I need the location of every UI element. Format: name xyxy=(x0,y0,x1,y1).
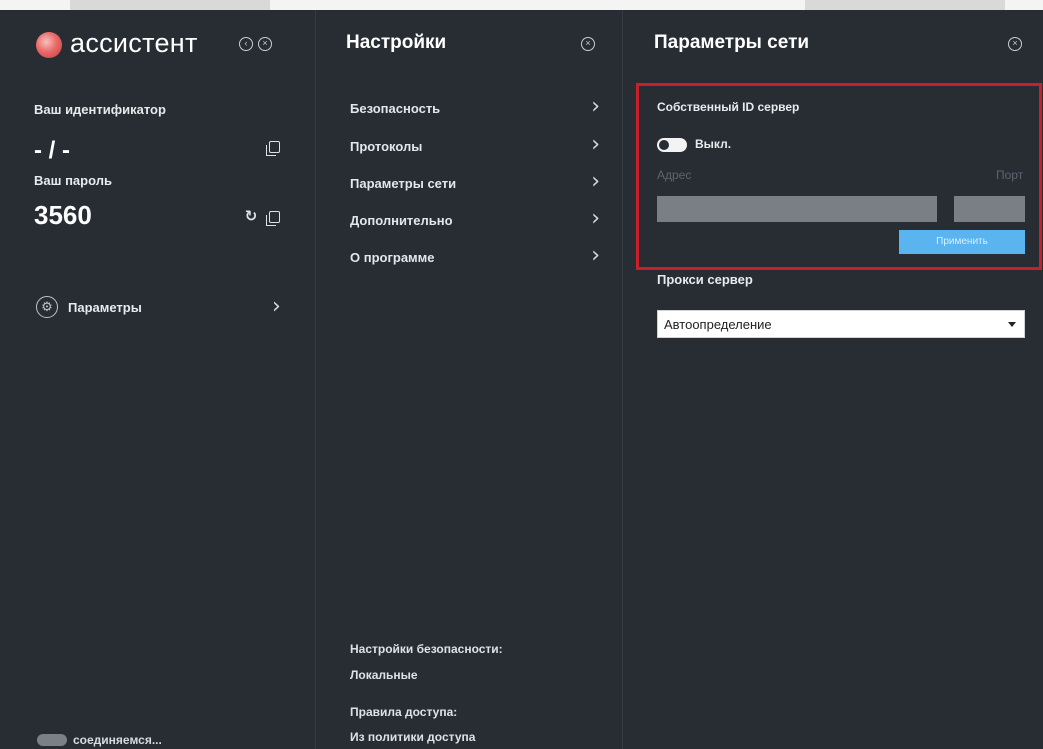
id-value: - / - xyxy=(34,137,70,164)
menu-item-about[interactable]: О программе › xyxy=(350,243,600,268)
access-rules-value: Из политики доступа xyxy=(350,730,476,744)
own-id-server-label: Собственный ID сервер xyxy=(657,100,800,114)
menu-item-advanced[interactable]: Дополнительно › xyxy=(350,206,600,231)
network-title: Параметры сети xyxy=(654,32,810,53)
app-logo xyxy=(36,32,62,58)
security-settings-label: Настройки безопасности: xyxy=(350,642,503,656)
password-value: 3560 xyxy=(34,200,92,230)
chevron-right-icon: › xyxy=(591,94,600,119)
connection-status-indicator xyxy=(37,734,67,746)
address-label: Адрес xyxy=(657,168,692,182)
app-name: ассистент xyxy=(70,28,198,58)
security-settings-value: Локальные xyxy=(350,668,418,682)
proxy-server-label: Прокси сервер xyxy=(657,272,753,287)
menu-item-label: Параметры сети xyxy=(350,176,457,191)
toggle-state-label: Выкл. xyxy=(695,137,732,151)
port-input[interactable] xyxy=(954,196,1025,222)
proxy-select[interactable]: Автоопределение xyxy=(657,310,1025,338)
menu-item-label: Дополнительно xyxy=(350,213,453,228)
menu-item-label: Протоколы xyxy=(350,139,423,154)
minimize-icon[interactable]: ‹ xyxy=(239,37,253,51)
proxy-select-value: Автоопределение xyxy=(664,317,772,332)
menu-item-security[interactable]: Безопасность › xyxy=(350,94,600,119)
menu-item-label: Безопасность xyxy=(350,101,441,116)
gear-icon: ⚙ xyxy=(36,296,58,318)
password-label: Ваш пароль xyxy=(34,173,112,188)
chevron-right-icon: › xyxy=(591,169,600,194)
port-label: Порт xyxy=(996,168,1024,182)
main-panel: ассистент ‹ × Ваш идентификатор - / - Ва… xyxy=(0,10,316,749)
menu-item-network[interactable]: Параметры сети › xyxy=(350,169,600,194)
menu-item-protocols[interactable]: Протоколы › xyxy=(350,132,600,157)
menu-item-label: О программе xyxy=(350,250,435,265)
connection-status-text: соединяемся... xyxy=(73,733,162,747)
refresh-icon[interactable]: ↻ xyxy=(244,209,258,224)
copy-id-icon[interactable] xyxy=(266,141,280,156)
chevron-down-icon xyxy=(1008,322,1016,327)
chevron-right-icon: › xyxy=(591,132,600,157)
parameters-label: Параметры xyxy=(68,300,142,315)
network-panel: Параметры сети × Собственный ID сервер В… xyxy=(623,10,1043,749)
chevron-right-icon: › xyxy=(591,206,600,231)
parameters-button[interactable]: ⚙ Параметры › xyxy=(34,292,296,322)
close-icon[interactable]: × xyxy=(581,37,595,51)
settings-panel: Настройки × Безопасность › Протоколы › П… xyxy=(316,10,623,749)
chevron-right-icon: › xyxy=(272,294,281,319)
address-input[interactable] xyxy=(657,196,937,222)
close-icon[interactable]: × xyxy=(258,37,272,51)
app-window: ассистент ‹ × Ваш идентификатор - / - Ва… xyxy=(0,0,1043,749)
top-strip-segment xyxy=(805,0,1005,10)
id-label: Ваш идентификатор xyxy=(34,102,166,117)
access-rules-label: Правила доступа: xyxy=(350,705,458,719)
copy-password-icon[interactable] xyxy=(266,211,280,226)
top-strip-segment xyxy=(70,0,270,10)
settings-title: Настройки xyxy=(346,32,447,53)
window-top-strip xyxy=(0,0,1043,10)
chevron-right-icon: › xyxy=(591,243,600,268)
close-icon[interactable]: × xyxy=(1008,37,1022,51)
apply-button[interactable]: Применить xyxy=(899,230,1025,254)
own-id-server-toggle[interactable] xyxy=(657,138,687,152)
